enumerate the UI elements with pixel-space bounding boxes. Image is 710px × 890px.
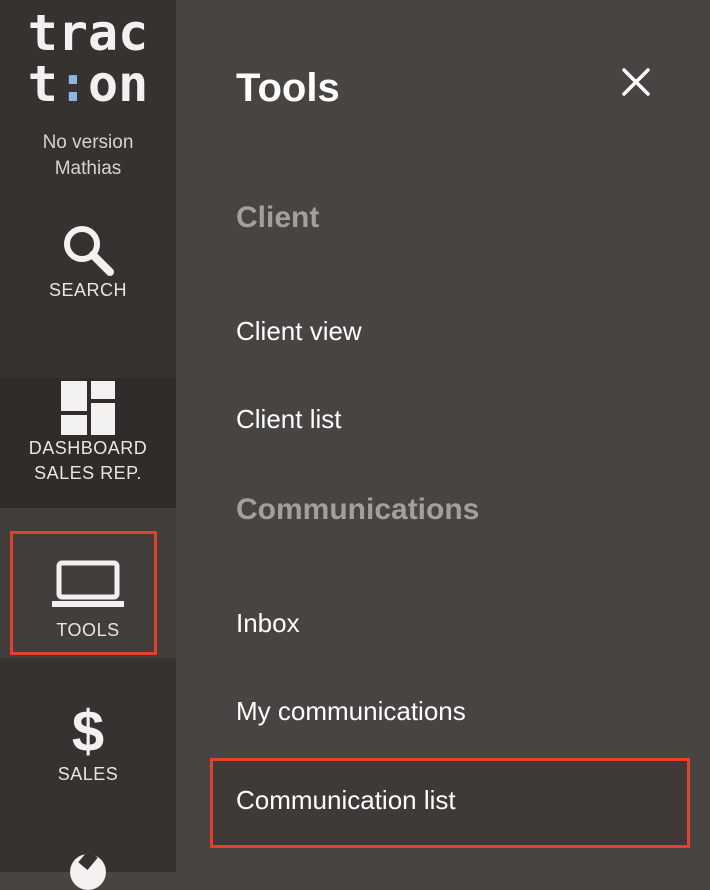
logo-mark: :: [57, 55, 88, 113]
close-icon[interactable]: [614, 60, 658, 104]
logo-suffix: on: [88, 55, 149, 113]
section-title-client: Client: [236, 201, 320, 234]
section-title-communications: Communications: [236, 493, 480, 526]
logo-line-1: trac: [27, 4, 149, 62]
panel-title: Tools: [236, 66, 340, 110]
sidebar: trac t:on No version Mathias SEARCH DASH…: [0, 0, 176, 890]
nav-dashboard-label-1: DASHBOARD: [28, 438, 148, 458]
version-info: No version Mathias: [0, 130, 176, 182]
search-icon: [64, 226, 114, 276]
dashboard-icon: [61, 381, 115, 435]
nav-search-label: SEARCH: [48, 280, 127, 300]
dollar-icon: $: [71, 699, 105, 764]
nav-sales[interactable]: $ SALES: [0, 658, 176, 808]
traction-logo[interactable]: trac t:on: [0, 8, 176, 110]
tools-highlight-box: [10, 531, 157, 655]
nav-settings[interactable]: [0, 808, 176, 890]
menu-item-inbox[interactable]: Inbox: [236, 605, 300, 641]
nav-sales-label: SALES: [57, 764, 119, 784]
logo-letter-t: t: [27, 55, 58, 113]
version-label: No version: [42, 132, 134, 153]
menu-item-client-list[interactable]: Client list: [236, 401, 341, 437]
nav-dashboard-label-2: SALES REP.: [34, 463, 142, 483]
menu-item-communication-list[interactable]: Communication list: [236, 782, 456, 818]
nav-search[interactable]: SEARCH: [0, 222, 176, 322]
menu-item-client-view[interactable]: Client view: [236, 313, 362, 349]
logo-line-2: t:on: [0, 59, 176, 110]
user-name: Mathias: [54, 158, 122, 179]
wrench-icon: [70, 850, 106, 890]
menu-item-my-communications[interactable]: My communications: [236, 693, 466, 729]
nav-dashboard-sales-rep[interactable]: DASHBOARD SALES REP.: [0, 378, 176, 508]
